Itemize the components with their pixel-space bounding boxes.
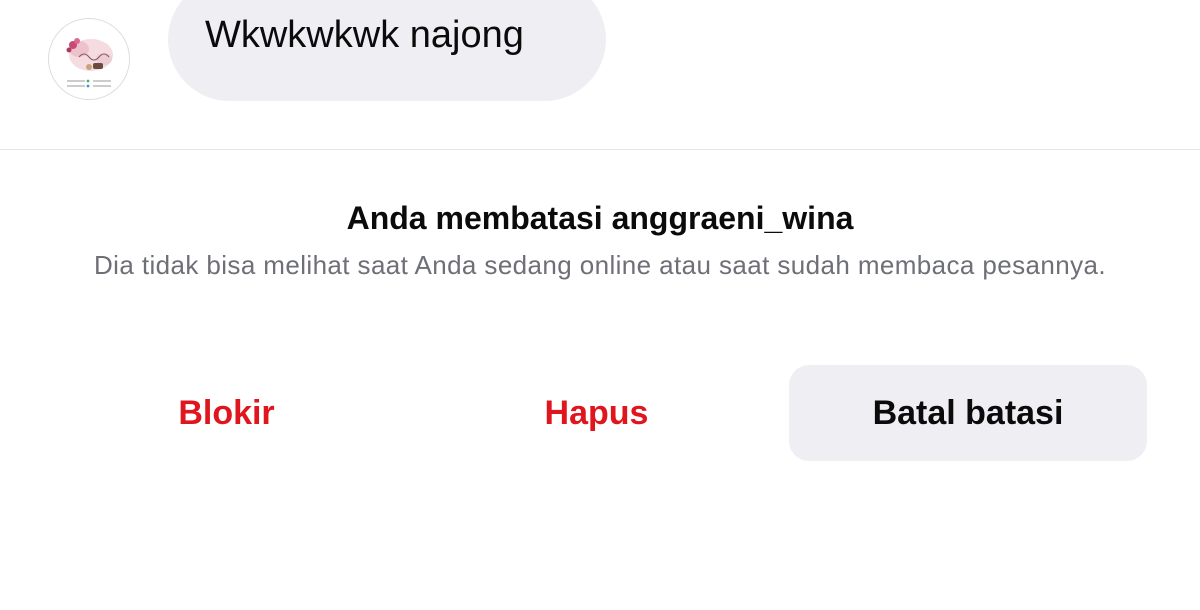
delete-button[interactable]: Hapus — [418, 365, 775, 461]
sender-avatar[interactable] — [48, 18, 130, 100]
message-bubble[interactable]: Wkwkwkwk najong — [168, 0, 606, 101]
restriction-title: Anda membatasi anggraeni_wina — [346, 200, 854, 236]
restriction-description: Dia tidak bisa melihat saat Anda sedang … — [94, 250, 1106, 280]
unrestrict-button[interactable]: Batal batasi — [789, 365, 1147, 461]
message-text: Wkwkwkwk najong — [205, 14, 524, 56]
avatar-logo-image — [49, 19, 129, 99]
block-button[interactable]: Blokir — [48, 365, 405, 461]
message-row: Wkwkwkwk najong — [0, 0, 1200, 150]
divider — [0, 149, 1200, 150]
